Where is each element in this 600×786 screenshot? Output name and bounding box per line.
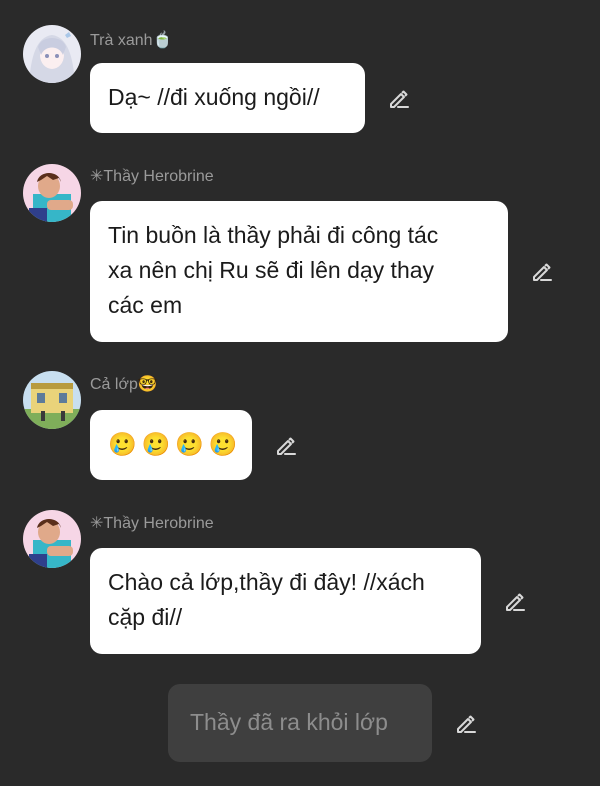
pencil-edit-icon[interactable] (530, 260, 554, 284)
sender-name: ✳Thầy Herobrine (90, 515, 214, 532)
avatar-ca-lop[interactable] (23, 371, 81, 429)
emoji: 🥲 (175, 431, 204, 457)
avatar-thay-herobrine[interactable] (23, 510, 81, 568)
message-bubble: Tin buồn là thầy phải đi công tác xa nên… (90, 201, 508, 342)
sender-name: Trà xanh🍵 (90, 32, 173, 49)
message-line: cặp đi// (108, 604, 183, 630)
sender-name: Cả lớp🤓 (90, 376, 158, 393)
emoji: 🥲 (208, 431, 238, 457)
avatar-tra-xanh[interactable] (23, 25, 81, 83)
message-bubble: Dạ~ //đi xuống ngồi// (90, 63, 365, 133)
emoji-row: 🥲 🥲 🥲 🥲 (108, 427, 238, 462)
avatar-thay-herobrine[interactable] (23, 164, 81, 222)
narration-text: Thầy đã ra khỏi lớp (190, 709, 388, 735)
message-bubble: 🥲 🥲 🥲 🥲 (90, 410, 252, 480)
message-text: Dạ~ //đi xuống ngồi// (108, 84, 320, 110)
message-line: Tin buồn là thầy phải đi công tác (108, 222, 439, 248)
pencil-edit-icon[interactable] (387, 87, 411, 111)
emoji: 🥲 (108, 431, 137, 457)
pencil-edit-icon[interactable] (503, 590, 527, 614)
pencil-edit-icon[interactable] (274, 434, 298, 458)
message-line: các em (108, 292, 183, 318)
message-line: Chào cả lớp,thầy đi đây! //xách (108, 569, 425, 595)
sender-name: ✳Thầy Herobrine (90, 168, 214, 185)
message-line: xa nên chị Ru sẽ đi lên dạy thay (108, 257, 435, 283)
message-bubble: Chào cả lớp,thầy đi đây! //xách cặp đi// (90, 548, 481, 654)
emoji: 🥲 (141, 431, 171, 457)
narration-bubble: Thầy đã ra khỏi lớp (168, 684, 432, 762)
pencil-edit-icon[interactable] (454, 712, 478, 736)
